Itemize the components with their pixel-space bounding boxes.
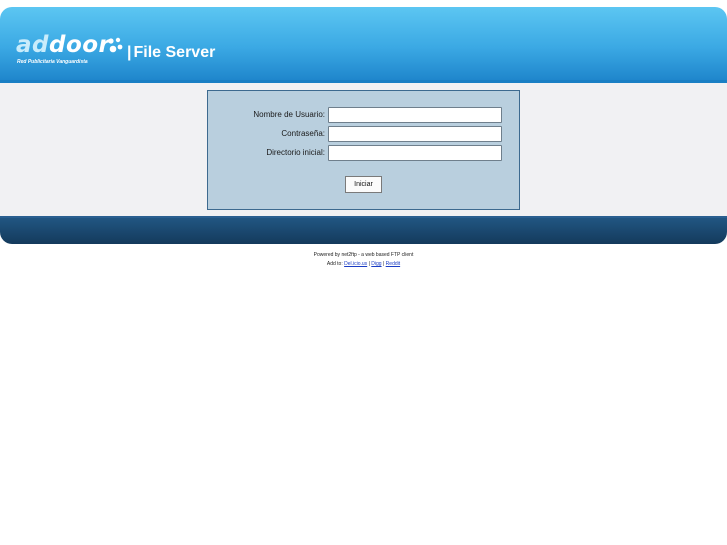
directory-label: Directorio inicial: (266, 148, 325, 157)
directory-input[interactable] (328, 145, 502, 161)
directory-row: Directorio inicial: (208, 145, 519, 163)
password-row: Contraseña: (208, 126, 519, 144)
login-button[interactable]: Iniciar (345, 176, 382, 193)
footer-bar (0, 218, 727, 244)
reddit-link[interactable]: Reddit (386, 261, 400, 267)
digg-link[interactable]: Digg (371, 261, 381, 267)
username-label: Nombre de Usuario: (253, 110, 325, 119)
delicious-link[interactable]: Del.icio.us (344, 261, 367, 267)
page-title: | File Server (127, 43, 215, 63)
logo-tagline: Red Publicitaria Vanguardista (17, 59, 88, 65)
logo-wordmark: addoor (16, 32, 111, 58)
app-title-text: File Server (133, 44, 216, 61)
add-to-label: Add to: (326, 261, 343, 267)
credits: Powered by net2ftp - a web based FTP cli… (0, 251, 727, 269)
title-separator: | (127, 44, 132, 61)
powered-by-text: Powered by net2ftp - a web based FTP cli… (313, 252, 414, 258)
logo-dots-icon (108, 37, 123, 53)
link-separator: | (382, 261, 385, 267)
header-banner: addoor Red Publicitaria Vanguardista | Fi… (0, 7, 727, 80)
add-to-line: Add to: Del.icio.us | Digg | Reddit (0, 260, 727, 269)
username-input[interactable] (328, 107, 502, 123)
password-label: Contraseña: (281, 129, 325, 138)
login-form: Nombre de Usuario: Contraseña: Directori… (207, 90, 520, 210)
password-input[interactable] (328, 126, 502, 142)
link-separator: | (368, 261, 370, 267)
username-row: Nombre de Usuario: (208, 107, 519, 125)
